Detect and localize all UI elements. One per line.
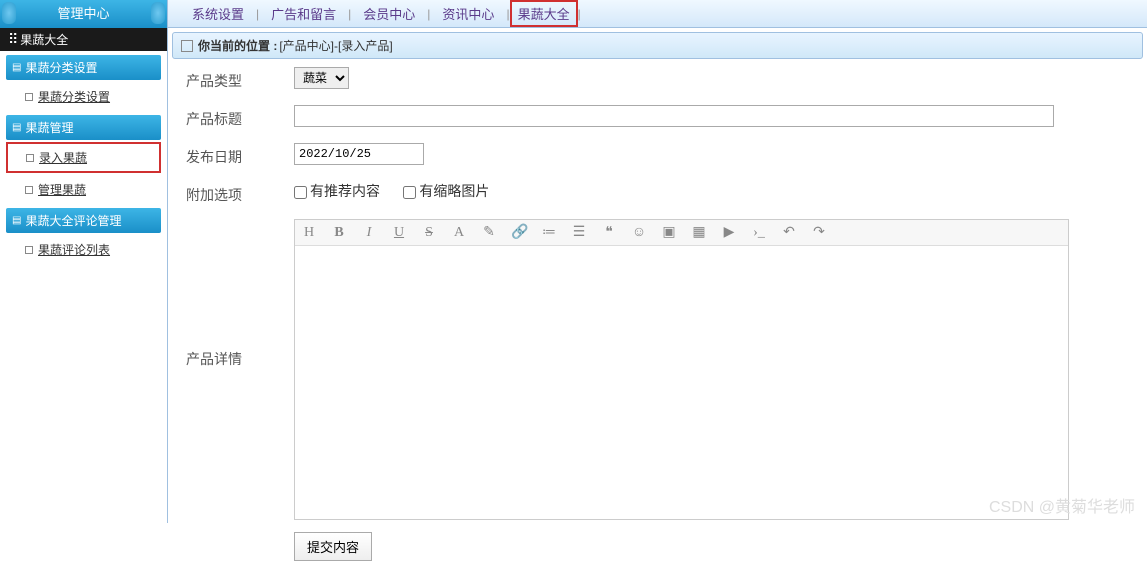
extra-label: 附加选项 xyxy=(186,181,294,209)
topnav-item-0[interactable]: 系统设置 xyxy=(180,4,256,23)
undo-icon[interactable]: ↶ xyxy=(781,224,797,241)
heading-icon[interactable]: H xyxy=(301,225,317,241)
type-label: 产品类型 xyxy=(186,67,294,95)
top-nav: 系统设置|广告和留言|会员中心|资讯中心|果蔬大全| xyxy=(0,0,1147,28)
doc-icon xyxy=(26,154,34,162)
link-icon[interactable]: 🔗 xyxy=(511,224,527,241)
underline-icon[interactable]: U xyxy=(391,225,407,241)
title-input[interactable] xyxy=(294,105,1054,127)
detail-label: 产品详情 xyxy=(186,219,294,373)
type-select[interactable]: 蔬菜 xyxy=(294,67,349,89)
table-icon[interactable]: ▦ xyxy=(691,224,707,241)
ol-icon[interactable]: ☰ xyxy=(571,224,587,241)
sidebar-group-header[interactable]: ▤果蔬管理 xyxy=(6,115,161,140)
topnav-item-4[interactable]: 果蔬大全 xyxy=(510,0,578,27)
bold-icon[interactable]: B xyxy=(331,225,347,241)
date-label: 发布日期 xyxy=(186,143,294,171)
italic-icon[interactable]: I xyxy=(361,225,377,241)
image-icon[interactable]: ▣ xyxy=(661,224,677,241)
strike-icon[interactable]: S xyxy=(421,225,437,241)
separator: | xyxy=(578,7,581,21)
topnav-item-3[interactable]: 资讯中心 xyxy=(430,4,506,23)
list-icon: ▤ xyxy=(12,62,21,73)
handle-left[interactable] xyxy=(2,2,16,24)
title-label: 产品标题 xyxy=(186,105,294,133)
grid-icon: ⠿ xyxy=(8,31,16,48)
page-icon xyxy=(181,40,193,52)
chk-recommend-label[interactable]: 有推荐内容 xyxy=(294,183,380,199)
chk-thumb-label[interactable]: 有缩略图片 xyxy=(403,183,489,199)
breadcrumb: 你当前的位置 : [产品中心]-[录入产品] xyxy=(172,32,1143,59)
submit-button[interactable]: 提交内容 xyxy=(294,532,372,561)
rich-editor: HBIUSA ✎ 🔗 ≔ ☰ ❝ ☺ ▣ ▦ ▶ ›_ ↶ ↷ xyxy=(294,219,1069,520)
date-input[interactable] xyxy=(294,143,424,165)
sidebar-group-header[interactable]: ▤果蔬大全评论管理 xyxy=(6,208,161,233)
doc-icon xyxy=(25,246,33,254)
list-icon: ▤ xyxy=(12,122,21,133)
redo-icon[interactable]: ↷ xyxy=(811,224,827,241)
topnav-item-2[interactable]: 会员中心 xyxy=(351,4,427,23)
video-icon[interactable]: ▶ xyxy=(721,224,737,241)
doc-icon xyxy=(25,186,33,194)
topnav-item-1[interactable]: 广告和留言 xyxy=(259,4,348,23)
editor-toolbar: HBIUSA ✎ 🔗 ≔ ☰ ❝ ☺ ▣ ▦ ▶ ›_ ↶ ↷ xyxy=(295,220,1068,246)
main-area: 你当前的位置 : [产品中心]-[录入产品] 产品类型 蔬菜 产品标题 发布日期… xyxy=(168,28,1147,523)
sidebar-item[interactable]: 管理果蔬 xyxy=(6,175,161,204)
sidebar-item[interactable]: 果蔬评论列表 xyxy=(6,235,161,264)
emoji-icon[interactable]: ☺ xyxy=(631,225,647,241)
handle-right[interactable] xyxy=(151,2,165,24)
brush-icon[interactable]: ✎ xyxy=(481,224,497,241)
list-icon: ▤ xyxy=(12,215,21,226)
chk-recommend[interactable] xyxy=(294,186,307,199)
sidebar-header: 管理中心 xyxy=(0,0,167,28)
product-form: 产品类型 蔬菜 产品标题 发布日期 附加选项 有推荐内容 有缩略图片 产品详情 … xyxy=(186,67,1129,561)
color-icon[interactable]: A xyxy=(451,225,467,241)
sidebar-item[interactable]: 果蔬分类设置 xyxy=(6,82,161,111)
sidebar-group-header[interactable]: ▤果蔬分类设置 xyxy=(6,55,161,80)
quote-icon[interactable]: ❝ xyxy=(601,224,617,241)
sidebar: 管理中心 ⠿ 果蔬大全 ▤果蔬分类设置果蔬分类设置▤果蔬管理录入果蔬管理果蔬▤果… xyxy=(0,0,168,523)
sidebar-item[interactable]: 录入果蔬 xyxy=(6,142,161,173)
ul-icon[interactable]: ≔ xyxy=(541,224,557,241)
chk-thumb[interactable] xyxy=(403,186,416,199)
doc-icon xyxy=(25,93,33,101)
editor-body[interactable] xyxy=(295,246,1068,516)
sidebar-root[interactable]: ⠿ 果蔬大全 xyxy=(0,28,167,51)
code-icon[interactable]: ›_ xyxy=(751,225,767,241)
